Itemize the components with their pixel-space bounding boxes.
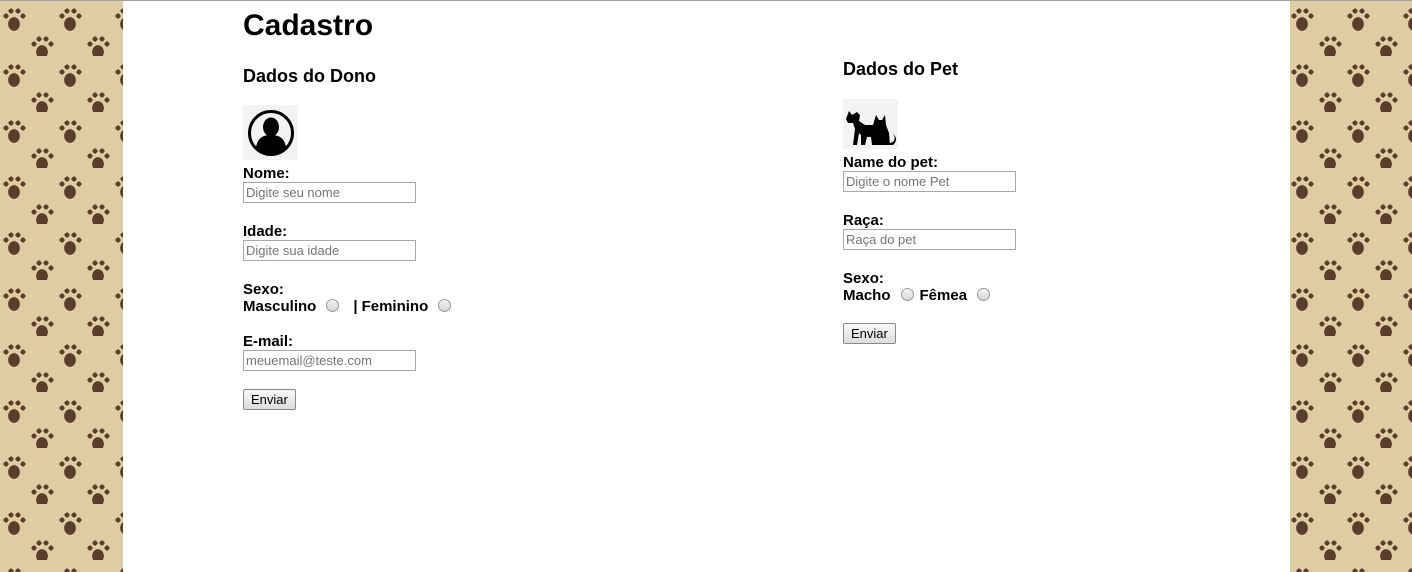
page-title: Cadastro <box>243 9 374 42</box>
pet-breed-label: Raça: <box>843 212 884 229</box>
owner-email-input[interactable] <box>243 350 416 371</box>
owner-sex-male-radio[interactable] <box>326 299 340 312</box>
pet-form: Dados do Pet Name do pet: Raça: Sexo: Ma… <box>843 58 1016 344</box>
owner-heading: Dados do Dono <box>243 66 376 86</box>
pet-photo <box>843 99 898 149</box>
pet-sex-male-radio[interactable] <box>900 288 914 301</box>
pet-sex-female-label: Fêmea <box>919 287 968 304</box>
owner-name-field: Nome: <box>243 166 457 203</box>
owner-name-input[interactable] <box>243 182 416 203</box>
pet-breed-input[interactable] <box>843 229 1016 250</box>
owner-email-field: E-mail: <box>243 334 457 371</box>
owner-name-label: Nome: <box>243 165 290 182</box>
pet-breed-field: Raça: <box>843 213 1016 250</box>
owner-sex-label: Sexo: <box>243 281 284 298</box>
pet-name-input[interactable] <box>843 171 1016 192</box>
dog-and-cat-icon <box>846 111 897 145</box>
pet-name-label: Name do pet: <box>843 154 939 171</box>
owner-age-field: Idade: <box>243 224 457 261</box>
owner-age-label: Idade: <box>243 223 288 240</box>
owner-sex-options: Masculino | Feminino <box>243 297 457 316</box>
pet-sex-label: Sexo: <box>843 270 884 287</box>
owner-form: Dados do Dono Nome: Idade: Sexo: Masculi… <box>243 65 457 410</box>
pet-heading: Dados do Pet <box>843 59 959 79</box>
main-content: Cadastro Dados do Dono Nome: Idade: Sexo… <box>123 1 1290 572</box>
pet-sex-options: Macho Fêmea <box>843 286 1016 305</box>
pet-name-field: Name do pet: <box>843 155 1016 192</box>
owner-age-input[interactable] <box>243 240 416 261</box>
pet-sex-field: Sexo: Macho Fêmea <box>843 271 1016 305</box>
pet-sex-female-radio[interactable] <box>977 288 991 301</box>
owner-sex-field: Sexo: Masculino | Feminino <box>243 282 457 316</box>
person-silhouette-icon <box>247 109 294 156</box>
owner-email-label: E-mail: <box>243 333 294 350</box>
owner-sex-female-label: Feminino <box>361 298 429 315</box>
pet-sex-male-label: Macho <box>843 287 891 304</box>
owner-sex-male-label: Masculino <box>243 298 317 315</box>
pet-submit-button[interactable]: Enviar <box>843 323 896 344</box>
owner-sex-separator: | <box>353 298 358 315</box>
owner-photo <box>243 105 298 160</box>
owner-sex-female-radio[interactable] <box>438 299 452 312</box>
owner-submit-button[interactable]: Enviar <box>243 389 296 410</box>
